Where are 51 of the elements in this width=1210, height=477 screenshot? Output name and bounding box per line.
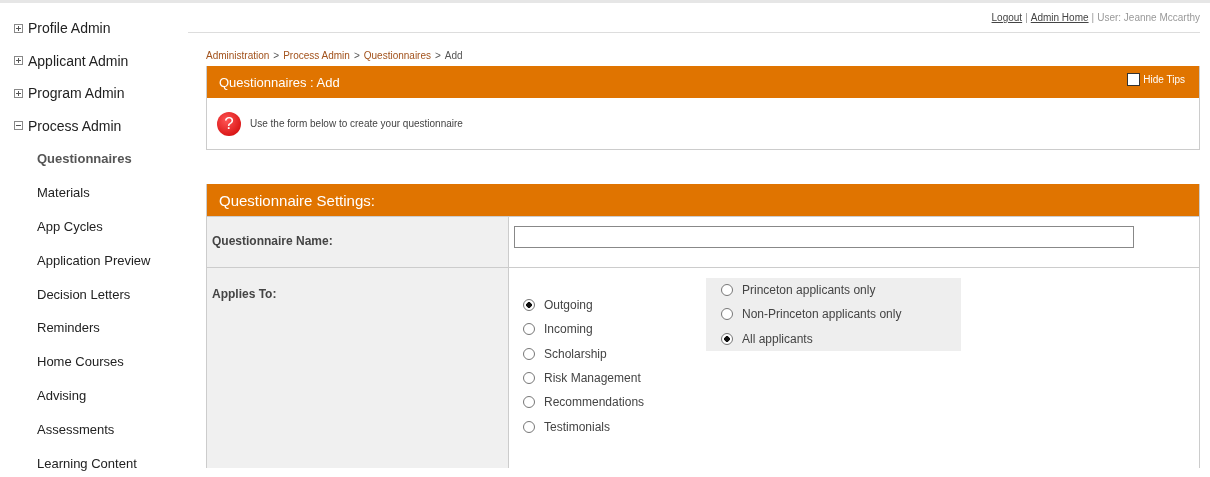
breadcrumb-separator: >: [435, 50, 441, 61]
radio-option[interactable]: Princeton applicants only: [721, 278, 961, 303]
sidebar-subitem[interactable]: Decision Letters: [0, 277, 188, 311]
radio-option[interactable]: Scholarship: [523, 341, 706, 366]
radio-option[interactable]: Testimonials: [523, 414, 706, 439]
breadcrumb-current: Add: [444, 50, 463, 61]
sidebar-subitem[interactable]: Learning Content: [0, 446, 188, 477]
radio-button[interactable]: [523, 323, 535, 336]
panel-title: Questionnaires : Add: [219, 74, 340, 90]
tip-text: Use the form below to create your questionnaire: [250, 118, 463, 129]
sidebar-subitem[interactable]: Assessments: [0, 412, 188, 447]
breadcrumb-link[interactable]: Questionnaires: [363, 50, 431, 61]
radio-button[interactable]: [523, 396, 535, 409]
sidebar-subitem[interactable]: Application Preview: [0, 243, 188, 278]
radio-option[interactable]: Recommendations: [523, 390, 706, 415]
radio-button[interactable]: [721, 332, 733, 345]
user-name: User: Jeanne Mccarthy: [1097, 12, 1200, 23]
sidebar-subitem[interactable]: Questionnaires: [0, 142, 188, 176]
field-label: Applies To:: [212, 287, 277, 301]
radio-option[interactable]: Risk Management: [523, 365, 706, 391]
help-icon: ?: [217, 111, 241, 136]
radio-button[interactable]: [523, 299, 535, 312]
name-input-field[interactable]: [514, 226, 1134, 248]
radio-option[interactable]: Incoming: [523, 317, 706, 342]
section-title: Questionnaire Settings:: [219, 191, 375, 209]
sidebar-item[interactable]: Profile Admin: [0, 12, 188, 45]
separator-text: |: [1025, 12, 1028, 23]
sidebar-subitem[interactable]: Advising: [0, 378, 188, 413]
sidebar-subitem[interactable]: Materials: [0, 175, 188, 210]
radio-button[interactable]: [721, 308, 733, 321]
breadcrumb-separator: >: [273, 50, 280, 61]
radio-button[interactable]: [523, 420, 535, 433]
radio-option[interactable]: Outgoing: [523, 293, 706, 318]
sidebar-item[interactable]: Process Admin: [0, 109, 188, 142]
sidebar-item[interactable]: Applicant Admin: [0, 44, 188, 77]
sidebar-subitem[interactable]: App Cycles: [0, 209, 188, 244]
radio-button[interactable]: [523, 347, 535, 360]
field-label: Questionnaire Name:: [212, 234, 333, 248]
header-link[interactable]: Admin Home: [1030, 12, 1089, 23]
header-link[interactable]: Logout: [991, 12, 1023, 23]
radio-button[interactable]: [523, 372, 535, 385]
sidebar-subitem[interactable]: Home Courses: [0, 344, 188, 379]
radio-option[interactable]: Non-Princeton applicants only: [721, 302, 961, 327]
radio-option[interactable]: All applicants: [721, 326, 961, 351]
breadcrumb-link[interactable]: Administration: [206, 50, 270, 61]
sidebar-item[interactable]: Program Admin: [0, 77, 188, 110]
breadcrumb-separator: >: [353, 50, 360, 61]
breadcrumb-link[interactable]: Process Admin: [283, 50, 350, 61]
radio-button[interactable]: [721, 284, 733, 297]
separator-text: |: [1091, 12, 1095, 23]
sidebar-subitem[interactable]: Reminders: [0, 311, 188, 345]
